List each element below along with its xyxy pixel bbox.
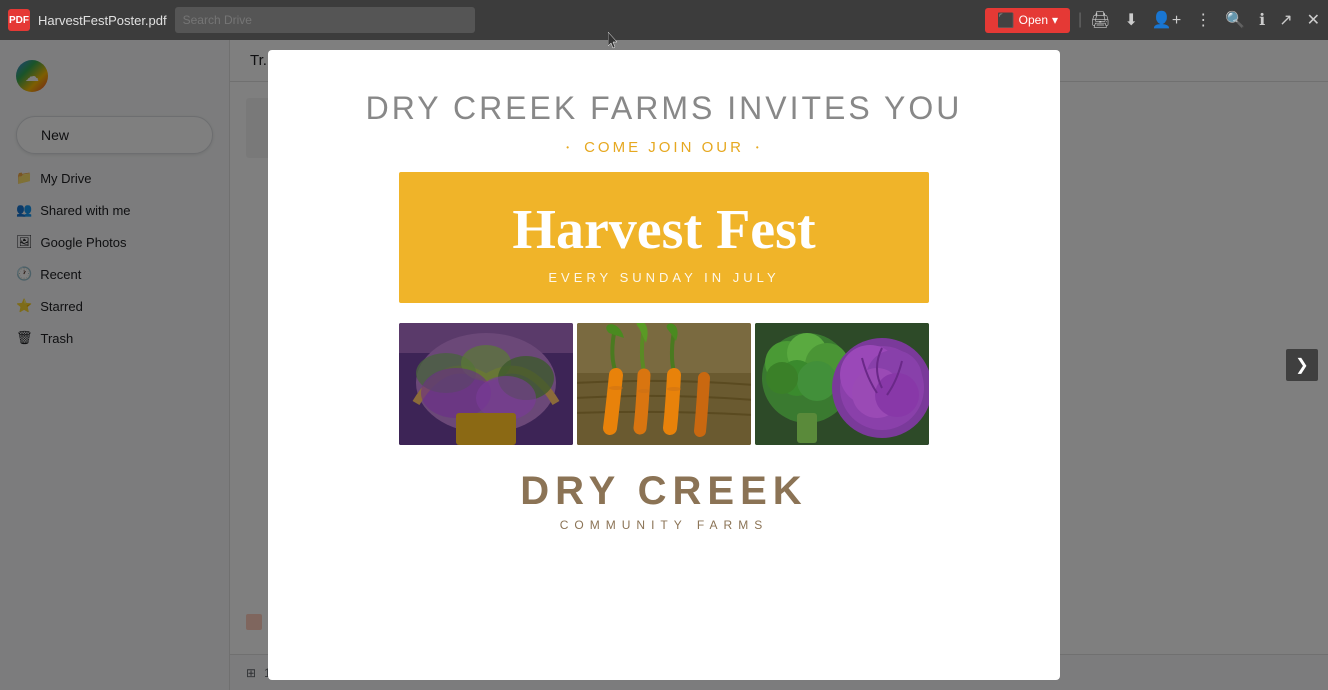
pdf-modal: DRY CREEK FARMS INVITES YOU • COME JOIN …: [268, 50, 1060, 680]
poster-main-title: DRY CREEK FARMS INVITES YOU: [366, 90, 963, 127]
modal-overlay: ❯ DRY CREEK FARMS INVITES YOU • COME JOI…: [0, 40, 1328, 690]
toolbar-left: PDF HarvestFestPoster.pdf: [8, 7, 977, 33]
download-icon[interactable]: ⬇: [1125, 10, 1138, 30]
print-icon[interactable]: 🖨: [1090, 10, 1110, 30]
next-arrow-button[interactable]: ❯: [1286, 349, 1318, 381]
dropdown-chevron-icon: ▾: [1052, 13, 1058, 27]
search-input[interactable]: [175, 7, 475, 33]
bullet-right: •: [756, 143, 762, 152]
poster-subtitle-row: • COME JOIN OUR •: [566, 139, 761, 156]
pdf-filename: HarvestFestPoster.pdf: [38, 13, 167, 28]
adobe-icon: ⬛: [997, 12, 1014, 29]
close-icon[interactable]: ✕: [1307, 10, 1320, 30]
broccoli-cabbage-image: [755, 323, 929, 445]
vegetable-images-row: [399, 323, 929, 445]
zoom-in-icon[interactable]: 🔍: [1225, 10, 1245, 30]
kale-image: [399, 323, 573, 445]
pdf-icon: PDF: [8, 9, 30, 31]
more-icon[interactable]: ⋮: [1195, 10, 1211, 30]
harvest-banner: Harvest Fest EVERY SUNDAY IN JULY: [399, 172, 929, 303]
separator: |: [1078, 11, 1082, 29]
harvest-fest-subtitle: EVERY SUNDAY IN JULY: [419, 270, 909, 285]
poster-subtitle-text: COME JOIN OUR: [584, 139, 744, 156]
share-icon[interactable]: 👤+: [1152, 10, 1181, 30]
toolbar-right: 🖨 ⬇ 👤+ ⋮ 🔍 ℹ ↗ ✕: [1090, 10, 1320, 30]
external-link-icon[interactable]: ↗: [1279, 10, 1292, 30]
farm-name-sub: COMMUNITY FARMS: [560, 518, 768, 532]
toolbar-center: ⬛ Open ▾ |: [985, 8, 1082, 33]
pdf-toolbar: PDF HarvestFestPoster.pdf ⬛ Open ▾ | 🖨 ⬇…: [0, 0, 1328, 40]
farm-name-large: DRY CREEK: [520, 469, 807, 514]
harvest-fest-title: Harvest Fest: [419, 200, 909, 262]
open-button[interactable]: ⬛ Open ▾: [985, 8, 1070, 33]
chevron-right-icon: ❯: [1295, 355, 1308, 375]
info-icon[interactable]: ℹ: [1259, 10, 1265, 30]
carrots-image: [577, 323, 751, 445]
bullet-left: •: [566, 143, 572, 152]
